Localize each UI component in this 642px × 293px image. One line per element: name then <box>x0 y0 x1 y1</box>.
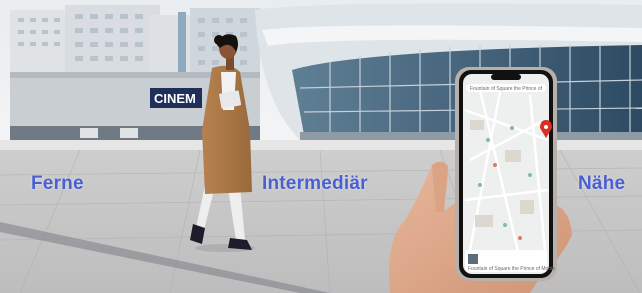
label-far: Ferne <box>31 173 84 194</box>
label-intermediate: Intermediär <box>262 173 368 194</box>
street-photo: CINEM Fountain of Square the Prince of F… <box>0 0 642 293</box>
phone-top-text: Fountain of Square the Prince of <box>470 86 543 92</box>
phone-bottom-text: Fountain of Square the Prince of Monte <box>468 266 555 272</box>
label-near: Nähe <box>578 173 626 194</box>
cinema-sign-text: CINEM <box>154 91 196 106</box>
photo-scene: CINEM Fountain of Square the Prince of F… <box>0 0 642 293</box>
glass-building <box>255 3 642 142</box>
phone-screen <box>463 74 549 274</box>
